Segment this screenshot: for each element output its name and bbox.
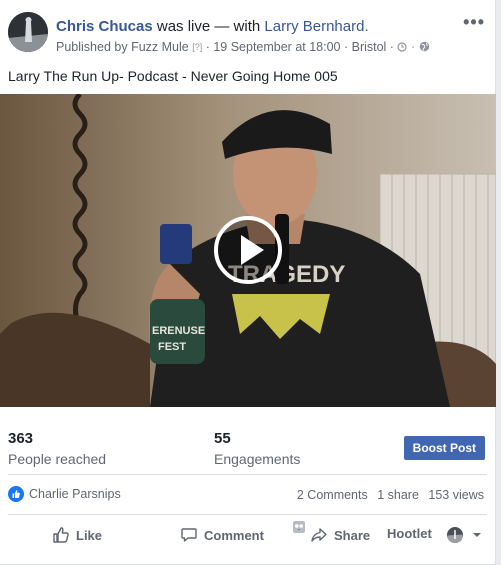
share-icon xyxy=(311,528,327,542)
live-phrase: was live — with xyxy=(152,18,265,35)
engagements-label: Engagements xyxy=(214,451,301,467)
engagement-counts: 2 Comments 1 share 153 views xyxy=(291,488,484,502)
divider xyxy=(8,474,487,475)
share-label: Share xyxy=(334,527,371,543)
globe-icon[interactable] xyxy=(419,41,430,52)
video-player[interactable]: TRAGEDY ERENUSE FEST xyxy=(0,94,496,407)
divider xyxy=(8,514,487,515)
people-reached-stat[interactable]: 363 People reached xyxy=(8,430,106,467)
like-label: Like xyxy=(76,527,103,543)
people-reached-value: 363 xyxy=(8,430,34,447)
insights-row: 363 People reached 55 Engagements Boost … xyxy=(0,420,496,468)
comment-button[interactable]: Comment xyxy=(180,526,264,544)
comments-count[interactable]: 2 Comments xyxy=(297,488,368,502)
shares-count[interactable]: 1 share xyxy=(377,488,419,502)
author-name[interactable]: Chris Chucas xyxy=(56,18,153,35)
action-bar: Like Comment Share Hootlet xyxy=(0,520,496,552)
post-text: Larry The Run Up- Podcast - Never Going … xyxy=(8,68,338,84)
hootlet-button[interactable]: Hootlet xyxy=(387,526,432,541)
svg-text:FEST: FEST xyxy=(158,341,186,353)
publisher-name[interactable]: Fuzz Mule xyxy=(131,40,189,54)
comment-icon xyxy=(181,528,197,542)
share-button[interactable]: Share xyxy=(310,526,370,544)
reactions-summary[interactable]: Charlie Parsnips xyxy=(8,486,121,502)
play-icon[interactable] xyxy=(216,218,280,282)
thumbs-up-icon xyxy=(53,527,69,543)
svg-text:ERENUSE: ERENUSE xyxy=(152,325,205,337)
hootlet-owl-icon[interactable] xyxy=(292,520,312,534)
reactor-name[interactable]: Charlie Parsnips xyxy=(29,487,121,501)
people-reached-label: People reached xyxy=(8,451,107,467)
engagements-stat[interactable]: 55 Engagements xyxy=(214,430,300,467)
tagged-person[interactable]: Larry Bernhard. xyxy=(264,18,368,35)
views-count[interactable]: 153 views xyxy=(428,488,484,502)
chevron-down-icon xyxy=(473,533,481,537)
post-card: Chris Chucas was live — with Larry Bernh… xyxy=(0,0,496,565)
help-mark[interactable]: [?] xyxy=(192,42,202,52)
like-reaction-icon xyxy=(8,486,24,502)
like-button[interactable]: Like xyxy=(52,526,102,544)
author-avatar[interactable] xyxy=(8,12,48,52)
boost-post-button[interactable]: Boost Post xyxy=(403,436,485,460)
clock-icon xyxy=(397,42,408,52)
engagements-value: 55 xyxy=(214,430,231,447)
profile-selector[interactable] xyxy=(446,526,482,544)
published-prefix: Published by xyxy=(56,40,132,54)
more-options-icon[interactable]: ••• xyxy=(463,12,485,33)
post-header: Chris Chucas was live — with Larry Bernh… xyxy=(56,18,369,35)
comment-label: Comment xyxy=(204,527,264,543)
post-date[interactable]: · 19 September at 18:00 · Bristol · xyxy=(202,40,394,54)
profile-menu-icon xyxy=(447,527,463,543)
hootlet-label: Hootlet xyxy=(387,526,432,541)
post-meta: Published by Fuzz Mule [?] · 19 Septembe… xyxy=(56,40,430,54)
